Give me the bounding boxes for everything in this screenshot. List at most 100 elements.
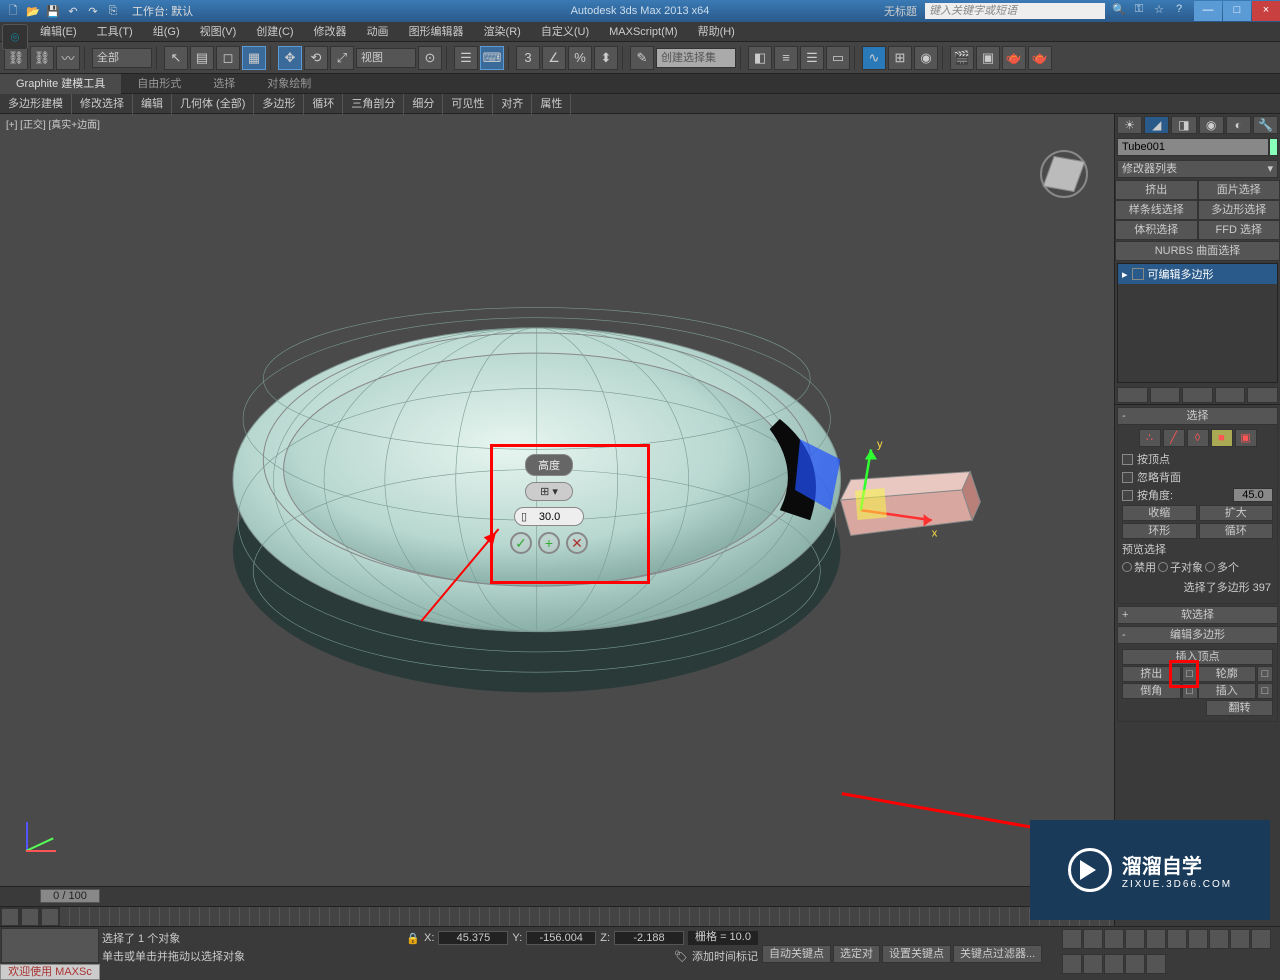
- ribbon-polygons[interactable]: 多边形: [254, 94, 304, 114]
- binoculars-icon[interactable]: 🔍: [1111, 3, 1127, 19]
- workspace-selector[interactable]: 工作台: 默认: [132, 3, 193, 19]
- add-time-tag[interactable]: 添加时间标记: [692, 948, 758, 964]
- ribbon-geom-all[interactable]: 几何体 (全部): [172, 94, 254, 114]
- layers-icon[interactable]: ☰: [800, 46, 824, 70]
- hierarchy-tab-icon[interactable]: ◨: [1171, 116, 1196, 134]
- stack-config-icon[interactable]: [1247, 387, 1278, 403]
- maximize-button[interactable]: □: [1223, 1, 1251, 21]
- play-icon[interactable]: [1104, 929, 1124, 949]
- named-selection-set[interactable]: 创建选择集: [656, 48, 736, 68]
- key-filters-button[interactable]: 关键点过滤器...: [953, 945, 1042, 963]
- extrude-settings-button[interactable]: □: [1182, 666, 1198, 682]
- loop-button[interactable]: 循环: [1199, 523, 1274, 539]
- caddy-ok-button[interactable]: ✓: [510, 532, 532, 554]
- by-vertex-checkbox[interactable]: [1122, 454, 1133, 465]
- ring-button[interactable]: 环形: [1122, 523, 1197, 539]
- track-bar[interactable]: [0, 906, 1114, 926]
- goto-start-icon[interactable]: [1062, 929, 1082, 949]
- pan-icon[interactable]: [1104, 954, 1124, 974]
- insert-vertex-button[interactable]: 插入顶点: [1122, 649, 1273, 665]
- outline-settings-button[interactable]: □: [1257, 666, 1273, 682]
- menu-maxscript[interactable]: MAXScript(M): [599, 22, 687, 42]
- redo-icon[interactable]: ↷: [84, 2, 102, 20]
- time-config-icon[interactable]: [1188, 929, 1208, 949]
- bind-spacewarp-icon[interactable]: 〰: [56, 46, 80, 70]
- caddy-plus-button[interactable]: +: [538, 532, 560, 554]
- mod-poly-sel[interactable]: 多边形选择: [1198, 200, 1280, 220]
- mod-spline-sel[interactable]: 样条线选择: [1115, 200, 1198, 220]
- lock-icon[interactable]: 🔒: [406, 932, 420, 945]
- link-icon[interactable]: ⎘: [104, 2, 122, 20]
- menu-tools[interactable]: 工具(T): [87, 22, 143, 42]
- object-name-field[interactable]: [1117, 138, 1269, 156]
- trackbar-curves-icon[interactable]: [41, 908, 59, 926]
- keymode-icon[interactable]: ⌨: [480, 46, 504, 70]
- align-icon[interactable]: ≡: [774, 46, 798, 70]
- stack-show-icon[interactable]: [1150, 387, 1181, 403]
- ribbon-tab-graphite[interactable]: Graphite 建模工具: [0, 74, 121, 94]
- manipulate-icon[interactable]: ☰: [454, 46, 478, 70]
- outline-button[interactable]: 轮廓: [1198, 666, 1257, 682]
- modifier-stack[interactable]: ▸可编辑多边形: [1117, 263, 1278, 383]
- caddy-height-input[interactable]: [527, 511, 572, 523]
- menu-modifiers[interactable]: 修改器: [304, 22, 357, 42]
- snap-3-icon[interactable]: 3: [516, 46, 540, 70]
- flip-button[interactable]: 翻转: [1206, 700, 1273, 716]
- curve-editor-icon[interactable]: ∿: [862, 46, 886, 70]
- stack-pin-icon[interactable]: [1117, 387, 1148, 403]
- modifier-list-dropdown[interactable]: 修改器列表▾: [1117, 160, 1278, 178]
- orbit-icon[interactable]: [1125, 954, 1145, 974]
- rendered-frame-icon[interactable]: ▣: [976, 46, 1000, 70]
- select-name-icon[interactable]: ▤: [190, 46, 214, 70]
- shrink-button[interactable]: 收缩: [1122, 505, 1197, 521]
- viewport[interactable]: [+] [正交] [真实+边面]: [0, 114, 1114, 886]
- stack-unique-icon[interactable]: [1182, 387, 1213, 403]
- undo-icon[interactable]: ↶: [64, 2, 82, 20]
- preview-off-radio[interactable]: [1122, 562, 1132, 572]
- render-prod-icon[interactable]: 🫖: [1028, 46, 1052, 70]
- grow-button[interactable]: 扩大: [1199, 505, 1274, 521]
- inset-settings-button[interactable]: □: [1257, 683, 1273, 699]
- subobj-element-icon[interactable]: ▣: [1235, 429, 1257, 447]
- key-mode-icon[interactable]: [1167, 929, 1187, 949]
- menu-edit[interactable]: 编辑(E): [30, 22, 87, 42]
- prev-frame-icon[interactable]: [1083, 929, 1103, 949]
- subobj-polygon-icon[interactable]: ■: [1211, 429, 1233, 447]
- motion-tab-icon[interactable]: ◉: [1199, 116, 1224, 134]
- menu-graph-editors[interactable]: 图形编辑器: [399, 22, 474, 42]
- help-icon[interactable]: ?: [1171, 3, 1187, 19]
- by-angle-checkbox[interactable]: [1122, 490, 1133, 501]
- mod-extrude[interactable]: 挤出: [1115, 180, 1198, 200]
- object-color-swatch[interactable]: [1269, 138, 1278, 156]
- fov-icon[interactable]: [1083, 954, 1103, 974]
- select-icon[interactable]: ↖: [164, 46, 188, 70]
- caddy-type-dropdown[interactable]: ⊞ ▾: [525, 482, 573, 501]
- caddy-cancel-button[interactable]: ✕: [566, 532, 588, 554]
- unlink-icon[interactable]: ⛓: [30, 46, 54, 70]
- isolate-icon[interactable]: [1209, 929, 1229, 949]
- search-input[interactable]: 键入关键字或短语: [925, 3, 1105, 19]
- open-icon[interactable]: 📂: [24, 2, 42, 20]
- rollup-selection-header[interactable]: -选择: [1117, 407, 1278, 425]
- create-tab-icon[interactable]: ☀: [1117, 116, 1142, 134]
- render-icon[interactable]: 🫖: [1002, 46, 1026, 70]
- ref-coord-system[interactable]: 视图: [356, 48, 416, 68]
- preview-subobj-radio[interactable]: [1158, 562, 1168, 572]
- window-crossing-icon[interactable]: ▦: [242, 46, 266, 70]
- trackbar-lock-icon[interactable]: [1, 908, 19, 926]
- preview-multi-radio[interactable]: [1205, 562, 1215, 572]
- mod-ffd-sel[interactable]: FFD 选择: [1198, 220, 1280, 240]
- ribbon-properties[interactable]: 属性: [532, 94, 571, 114]
- zoom-icon[interactable]: [1230, 929, 1250, 949]
- ribbon-tab-paint[interactable]: 对象绘制: [251, 74, 327, 94]
- render-setup-icon[interactable]: 🎬: [950, 46, 974, 70]
- next-frame-icon[interactable]: [1125, 929, 1145, 949]
- menu-rendering[interactable]: 渲染(R): [474, 22, 531, 42]
- rotate-icon[interactable]: ⟲: [304, 46, 328, 70]
- ribbon-subdiv[interactable]: 细分: [404, 94, 443, 114]
- menu-animation[interactable]: 动画: [357, 22, 399, 42]
- coord-x[interactable]: 45.375: [438, 931, 508, 945]
- ribbon-visibility[interactable]: 可见性: [443, 94, 493, 114]
- subobj-vertex-icon[interactable]: ∴: [1139, 429, 1161, 447]
- mod-patch-sel[interactable]: 面片选择: [1198, 180, 1280, 200]
